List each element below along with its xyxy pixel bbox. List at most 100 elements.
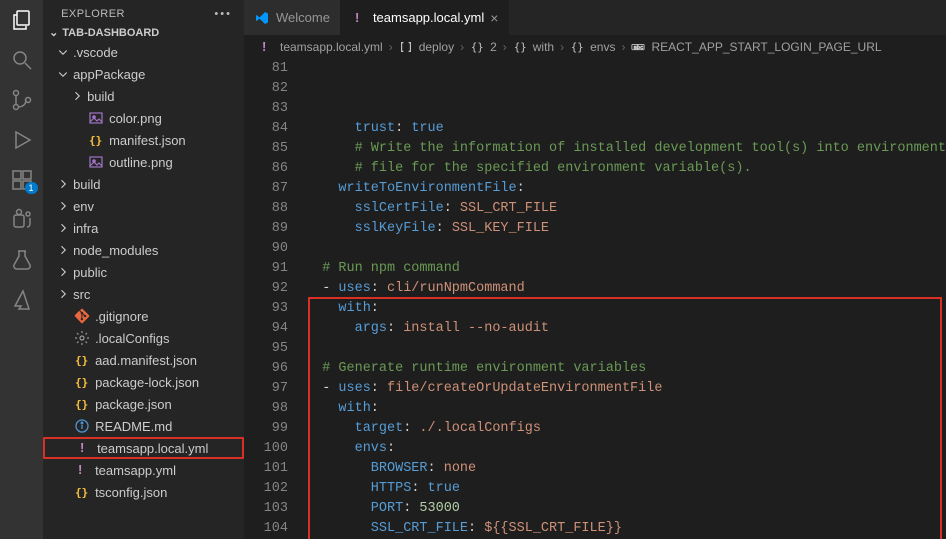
yaml-icon: !	[75, 440, 93, 456]
code-line[interactable]: # Generate runtime environment variables	[306, 359, 946, 379]
tree-item-label: appPackage	[73, 67, 145, 82]
section-title: TAB-DASHBOARD	[62, 27, 159, 39]
testing-icon[interactable]	[10, 248, 34, 272]
code-content[interactable]: trust: true # Write the information of i…	[306, 59, 946, 539]
activity-bar: 1	[0, 0, 43, 539]
explorer-sidebar: EXPLORER ••• ⌄ TAB-DASHBOARD .vscodeappP…	[43, 0, 244, 539]
code-line[interactable]	[306, 339, 946, 359]
str-icon: abc	[631, 40, 645, 54]
chevron-right-icon: ›	[503, 40, 507, 54]
code-line[interactable]: sslCertFile: SSL_CRT_FILE	[306, 199, 946, 219]
file-item[interactable]: {}aad.manifest.json	[43, 349, 244, 371]
tab[interactable]: Welcome	[244, 0, 341, 35]
tree-item-label: manifest.json	[109, 133, 186, 148]
info-icon	[73, 418, 91, 434]
breadcrumb-item[interactable]: envs	[590, 40, 615, 54]
code-line[interactable]: with:	[306, 399, 946, 419]
code-line[interactable]: target: ./.localConfigs	[306, 419, 946, 439]
file-item[interactable]: .gitignore	[43, 305, 244, 327]
folder-item[interactable]: public	[43, 261, 244, 283]
file-item[interactable]: !teamsapp.yml	[43, 459, 244, 481]
code-line[interactable]	[306, 239, 946, 259]
breadcrumb[interactable]: !teamsapp.local.yml›deploy›{}2›{}with›{}…	[244, 35, 946, 59]
section-header[interactable]: ⌄ TAB-DASHBOARD	[43, 24, 244, 41]
code-line[interactable]: writeToEnvironmentFile:	[306, 179, 946, 199]
breadcrumb-item[interactable]: teamsapp.local.yml	[280, 40, 383, 54]
array-icon	[399, 40, 413, 54]
extensions-icon[interactable]: 1	[10, 168, 34, 192]
code-line[interactable]: HTTPS: true	[306, 479, 946, 499]
json-icon: {}	[73, 374, 91, 390]
code-line[interactable]: PORT: 53000	[306, 499, 946, 519]
tab-label: teamsapp.local.yml	[373, 10, 484, 25]
code-line[interactable]: args: install --no-audit	[306, 319, 946, 339]
file-item[interactable]: README.md	[43, 415, 244, 437]
file-item[interactable]: {}tsconfig.json	[43, 481, 244, 503]
file-item[interactable]: ! teamsapp.local.yml	[43, 437, 244, 459]
file-item[interactable]: .localConfigs	[43, 327, 244, 349]
tab-label: Welcome	[276, 10, 330, 25]
explorer-icon[interactable]	[10, 8, 34, 32]
code-line[interactable]: # Write the information of installed dev…	[306, 139, 946, 159]
run-debug-icon[interactable]	[10, 128, 34, 152]
source-control-icon[interactable]	[10, 88, 34, 112]
more-icon[interactable]: •••	[214, 8, 232, 20]
tab[interactable]: ! teamsapp.local.yml ×	[341, 0, 509, 35]
code-line[interactable]: - uses: file/createOrUpdateEnvironmentFi…	[306, 379, 946, 399]
tree-item-label: infra	[73, 221, 98, 236]
chevron-right-icon	[57, 222, 73, 234]
code-line[interactable]: SSL_CRT_FILE: ${{SSL_CRT_FILE}}	[306, 519, 946, 539]
tab-bar: Welcome! teamsapp.local.yml ×	[244, 0, 946, 35]
code-line[interactable]: trust: true	[306, 119, 946, 139]
teams-icon[interactable]	[10, 208, 34, 232]
search-icon[interactable]	[10, 48, 34, 72]
folder-item[interactable]: build	[43, 85, 244, 107]
folder-item[interactable]: node_modules	[43, 239, 244, 261]
code-line[interactable]: # Run npm command	[306, 259, 946, 279]
code-line[interactable]: BROWSER: none	[306, 459, 946, 479]
file-item[interactable]: color.png	[43, 107, 244, 129]
yaml-icon: !	[73, 462, 91, 478]
tree-item-label: .localConfigs	[95, 331, 169, 346]
close-icon[interactable]: ×	[490, 10, 498, 26]
chevron-right-icon	[57, 200, 73, 212]
file-item[interactable]: {} package-lock.json	[43, 371, 244, 393]
file-item[interactable]: outline.png	[43, 151, 244, 173]
file-item[interactable]: {}package.json	[43, 393, 244, 415]
breadcrumb-item[interactable]: deploy	[419, 40, 454, 54]
tree-item-label: package-lock.json	[95, 375, 199, 390]
folder-item[interactable]: build	[43, 173, 244, 195]
breadcrumb-item[interactable]: with	[533, 40, 554, 54]
folder-item[interactable]: infra	[43, 217, 244, 239]
code-line[interactable]: - uses: cli/runNpmCommand	[306, 279, 946, 299]
folder-item[interactable]: src	[43, 283, 244, 305]
chevron-right-icon: ›	[460, 40, 464, 54]
chevron-right-icon	[71, 90, 87, 102]
svg-text:{}: {}	[571, 42, 584, 54]
file-item[interactable]: {} manifest.json	[43, 129, 244, 151]
ts-icon: {}	[73, 484, 91, 500]
editor-area: Welcome! teamsapp.local.yml × ! teamsapp.lo…	[244, 0, 946, 539]
braces-icon: {}	[570, 40, 584, 54]
code-line[interactable]: envs:	[306, 439, 946, 459]
code-line[interactable]: # file for the specified environment var…	[306, 159, 946, 179]
tree-item-label: color.png	[109, 111, 162, 126]
svg-text:{}: {}	[75, 354, 88, 367]
folder-item[interactable]: env	[43, 195, 244, 217]
breadcrumb-item[interactable]: 2	[490, 40, 497, 54]
folder-item[interactable]: appPackage	[43, 63, 244, 85]
code-editor[interactable]: 8182838485868788899091929394959697989910…	[244, 59, 946, 539]
azure-icon[interactable]	[10, 288, 34, 312]
code-line[interactable]: with:	[306, 299, 946, 319]
yaml-icon: !	[351, 10, 367, 26]
json-icon: {}	[87, 132, 105, 148]
git-icon	[73, 308, 91, 324]
tree-item-label: README.md	[95, 419, 172, 434]
tree-item-label: build	[73, 177, 100, 192]
code-line[interactable]: sslKeyFile: SSL_KEY_FILE	[306, 219, 946, 239]
gear-icon	[73, 330, 91, 346]
folder-item[interactable]: .vscode	[43, 41, 244, 63]
chevron-right-icon: ›	[389, 40, 393, 54]
breadcrumb-item[interactable]: REACT_APP_START_LOGIN_PAGE_URL	[651, 40, 881, 54]
tree-item-label: teamsapp.local.yml	[97, 441, 208, 456]
